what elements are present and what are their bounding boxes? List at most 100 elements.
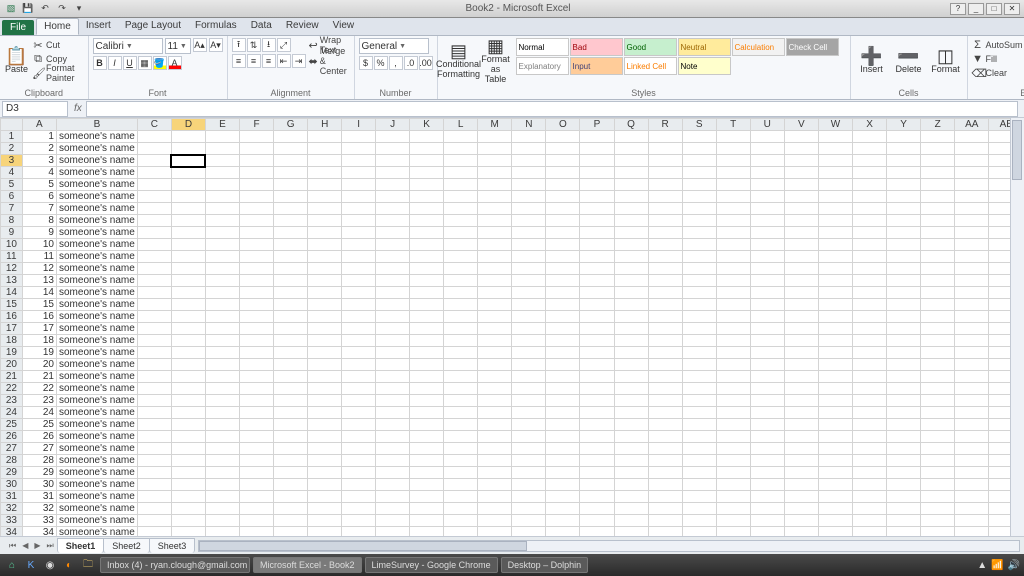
cell[interactable] <box>887 275 921 287</box>
cell[interactable] <box>342 191 376 203</box>
cell[interactable] <box>784 443 818 455</box>
cell[interactable] <box>410 131 444 143</box>
cell[interactable] <box>750 263 784 275</box>
cell[interactable] <box>887 479 921 491</box>
cell[interactable]: 29 <box>22 467 56 479</box>
cell[interactable] <box>580 263 614 275</box>
cell[interactable]: someone's name <box>56 215 137 227</box>
cell[interactable] <box>580 251 614 263</box>
cell[interactable]: 12 <box>22 263 56 275</box>
cell[interactable] <box>137 287 171 299</box>
cell[interactable] <box>410 275 444 287</box>
cell[interactable] <box>750 167 784 179</box>
row-header[interactable]: 24 <box>1 407 23 419</box>
cell[interactable] <box>818 287 852 299</box>
cell[interactable] <box>137 167 171 179</box>
font-size-dropdown[interactable]: 11▼ <box>165 38 191 54</box>
cell[interactable] <box>853 251 887 263</box>
cell[interactable] <box>750 275 784 287</box>
style-bad[interactable]: Bad <box>570 38 623 56</box>
cell[interactable] <box>682 467 716 479</box>
cell[interactable] <box>137 203 171 215</box>
cell[interactable] <box>546 143 580 155</box>
cell[interactable] <box>444 527 478 537</box>
cell[interactable] <box>410 155 444 167</box>
cell[interactable] <box>784 335 818 347</box>
cell[interactable] <box>376 467 410 479</box>
cell[interactable] <box>716 467 750 479</box>
cell[interactable] <box>716 275 750 287</box>
cell[interactable] <box>648 215 682 227</box>
col-header-B[interactable]: B <box>56 119 137 131</box>
cell[interactable] <box>614 287 648 299</box>
cell[interactable]: someone's name <box>56 191 137 203</box>
cell[interactable] <box>784 311 818 323</box>
cell[interactable] <box>240 383 274 395</box>
chrome-icon[interactable]: ◉ <box>42 557 58 573</box>
cell[interactable] <box>240 515 274 527</box>
cell[interactable] <box>716 431 750 443</box>
cell[interactable] <box>750 347 784 359</box>
cell[interactable] <box>818 467 852 479</box>
cell[interactable] <box>682 227 716 239</box>
cell[interactable] <box>887 311 921 323</box>
cell[interactable] <box>682 287 716 299</box>
cell[interactable] <box>648 515 682 527</box>
cell[interactable]: 17 <box>22 323 56 335</box>
cell[interactable] <box>171 359 205 371</box>
cell[interactable] <box>955 383 989 395</box>
cell[interactable] <box>308 467 342 479</box>
cell[interactable]: 15 <box>22 299 56 311</box>
cell[interactable] <box>853 167 887 179</box>
cell[interactable] <box>342 155 376 167</box>
cell[interactable] <box>240 467 274 479</box>
taskbar-app[interactable]: Desktop – Dolphin <box>501 557 589 573</box>
cell[interactable] <box>137 191 171 203</box>
cell[interactable] <box>410 455 444 467</box>
cell[interactable] <box>444 359 478 371</box>
cell[interactable] <box>716 347 750 359</box>
cell[interactable]: 1 <box>22 131 56 143</box>
cell[interactable] <box>614 311 648 323</box>
cell[interactable] <box>444 275 478 287</box>
cell[interactable] <box>955 431 989 443</box>
cell[interactable] <box>274 167 308 179</box>
cell[interactable] <box>853 479 887 491</box>
cell[interactable] <box>376 491 410 503</box>
cell[interactable] <box>887 143 921 155</box>
cell[interactable] <box>478 359 512 371</box>
cell[interactable] <box>648 335 682 347</box>
cell[interactable] <box>614 479 648 491</box>
sheet-nav-next[interactable]: ▶ <box>31 541 43 550</box>
cell[interactable] <box>580 359 614 371</box>
cell[interactable] <box>546 371 580 383</box>
cell[interactable] <box>546 419 580 431</box>
cell[interactable] <box>410 515 444 527</box>
cell[interactable] <box>478 239 512 251</box>
cell[interactable] <box>887 131 921 143</box>
cell[interactable] <box>921 215 955 227</box>
cell[interactable] <box>274 287 308 299</box>
cell[interactable] <box>784 431 818 443</box>
scroll-thumb[interactable] <box>199 541 527 551</box>
cell[interactable] <box>818 299 852 311</box>
cell[interactable] <box>444 323 478 335</box>
col-header-K[interactable]: K <box>410 119 444 131</box>
cell[interactable] <box>887 395 921 407</box>
cell[interactable] <box>750 191 784 203</box>
cell[interactable] <box>308 275 342 287</box>
cell[interactable] <box>546 155 580 167</box>
col-header-C[interactable]: C <box>137 119 171 131</box>
cell[interactable] <box>818 167 852 179</box>
cell[interactable] <box>716 479 750 491</box>
cell[interactable] <box>853 419 887 431</box>
cell[interactable] <box>818 263 852 275</box>
cell[interactable] <box>784 191 818 203</box>
cell[interactable] <box>818 515 852 527</box>
cell[interactable] <box>308 359 342 371</box>
cell[interactable] <box>648 407 682 419</box>
cell[interactable] <box>308 155 342 167</box>
cell[interactable] <box>716 491 750 503</box>
cell[interactable] <box>240 431 274 443</box>
cell[interactable] <box>410 203 444 215</box>
